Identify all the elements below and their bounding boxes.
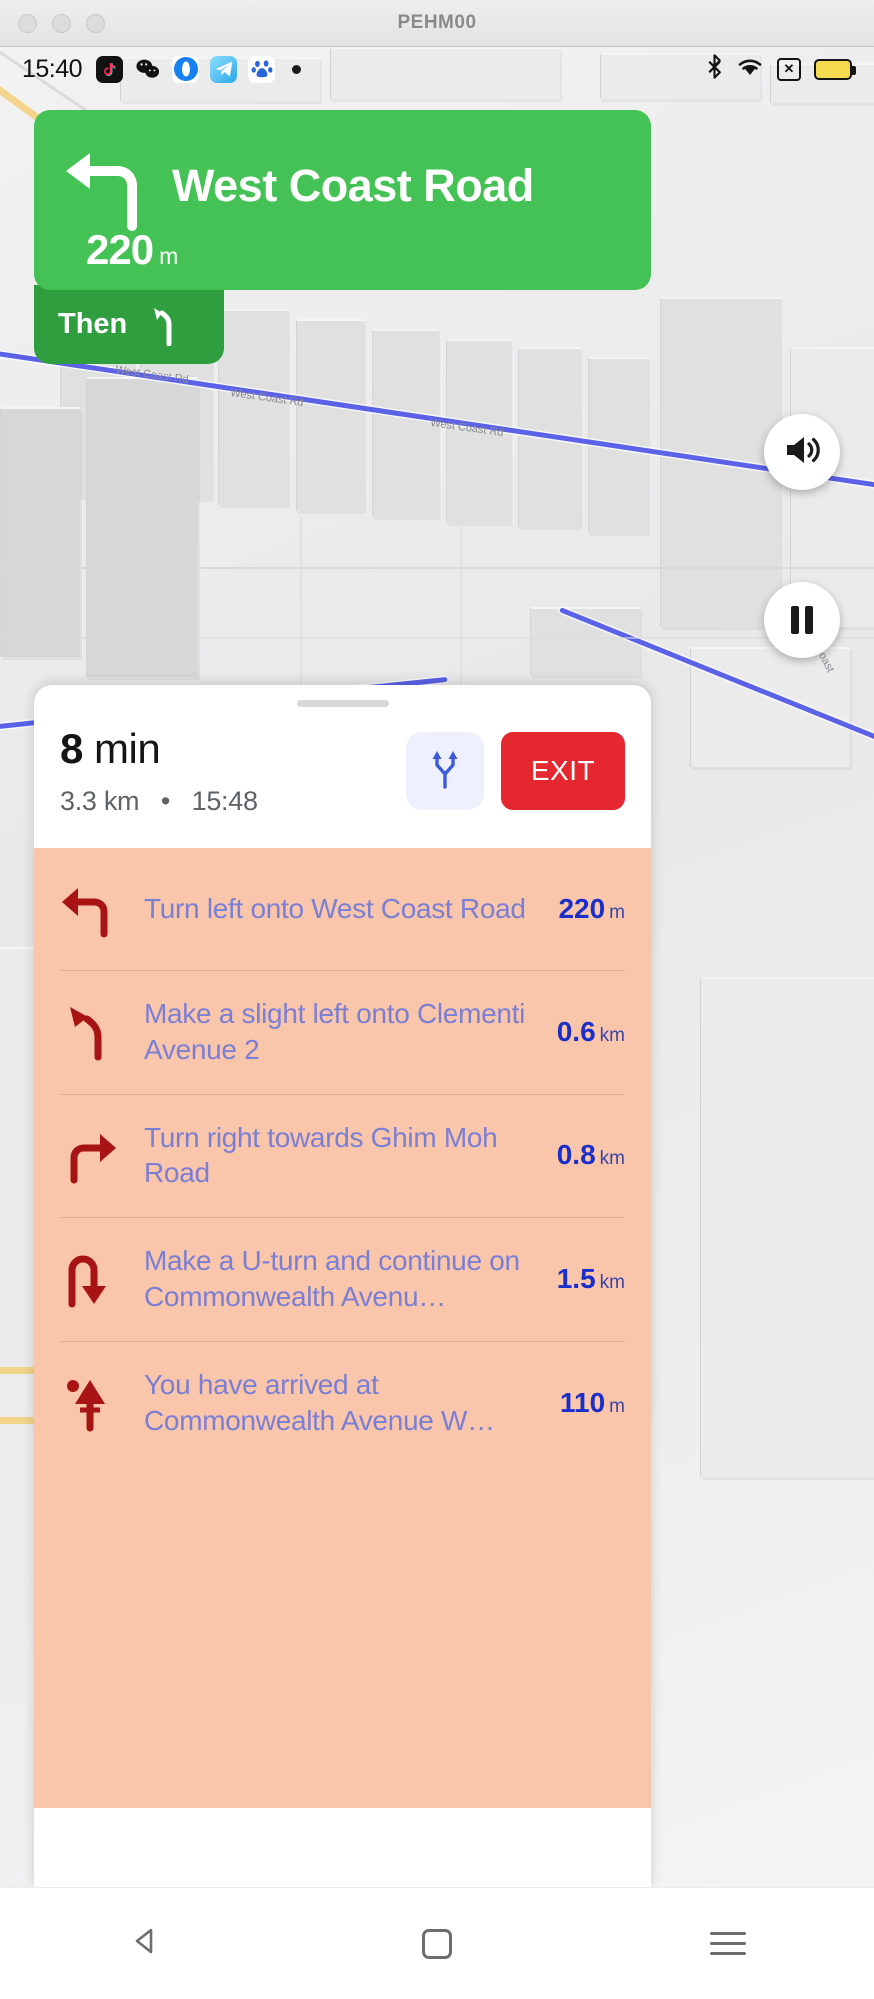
camera-punch-hole-icon: [292, 64, 302, 74]
tiktok-icon: [96, 55, 124, 83]
list-item-distance-unit: km: [599, 1148, 625, 1170]
list-item-label: Turn right towards Ghim Moh Road: [144, 1121, 498, 1189]
list-item-distance-value: 110: [560, 1386, 606, 1418]
window-title: PEHM00: [397, 12, 477, 33]
back-button[interactable]: [111, 1909, 181, 1979]
turn-left-arrow-icon: [60, 140, 152, 232]
turn-left-icon: [58, 880, 120, 938]
pause-icon: [791, 606, 813, 634]
list-item-distance-unit: km: [599, 1024, 625, 1046]
back-triangle-icon: [131, 1926, 161, 1961]
directions-list[interactable]: Turn left onto West Coast Road 220 m Make…: [34, 848, 651, 1808]
list-item-label: You have arrived at Commonwealth Avenue …: [144, 1368, 495, 1436]
eta-details: 3.3 km • 15:48: [60, 786, 406, 817]
destination-icon: [58, 1374, 120, 1432]
list-item-distance: 220 m: [558, 893, 625, 925]
sheet-drag-handle[interactable]: [296, 700, 389, 707]
banner-distance-unit: m: [159, 243, 178, 269]
list-item[interactable]: Make a U-turn and continue on Commonweal…: [34, 1217, 651, 1341]
eta-separator: •: [160, 786, 170, 816]
alternate-routes-icon: [425, 747, 465, 796]
list-item[interactable]: Turn left onto West Coast Road 220 m: [34, 848, 651, 970]
eta-arrival-time: 15:48: [191, 786, 258, 816]
list-item-distance: 0.8 km: [557, 1139, 625, 1171]
map-building: [700, 977, 874, 1477]
menu-lines-icon: [710, 1932, 747, 1955]
slight-left-arrow-icon: [147, 304, 185, 346]
eta-duration-unit: min: [94, 725, 161, 772]
wifi-icon: [736, 56, 764, 83]
status-time: 15:40: [22, 54, 83, 83]
eta-text-group: 8 min 3.3 km • 15:48: [60, 725, 406, 817]
then-maneuver-badge: Then: [34, 285, 224, 364]
list-item-distance: 1.5 km: [557, 1263, 625, 1295]
status-app-icons: [96, 55, 302, 83]
u-turn-icon: [58, 1250, 120, 1308]
list-item-distance-value: 0.8: [556, 1139, 596, 1171]
browser-icon: [172, 55, 200, 83]
pause-navigation-button[interactable]: [764, 582, 840, 658]
eta-summary-row: 8 min 3.3 km • 15:48 EXIT: [34, 707, 651, 817]
map-building: [372, 329, 438, 517]
banner-street-name: West Coast Road: [172, 160, 534, 211]
home-button[interactable]: [402, 1909, 472, 1979]
baidu-icon: [248, 55, 276, 83]
list-item-distance-unit: m: [609, 902, 625, 923]
sound-toggle-button[interactable]: [764, 414, 840, 490]
slight-left-icon: [58, 1003, 120, 1061]
list-item-distance: 0.6 km: [557, 1016, 625, 1048]
list-item-label: Make a slight left onto Clementi Avenue …: [144, 998, 526, 1065]
map-road: [0, 567, 874, 569]
list-item[interactable]: Turn right towards Ghim Moh Road 0.8 km: [34, 1093, 651, 1218]
no-sim-icon: ✕: [777, 57, 801, 81]
eta-duration: 8 min: [60, 725, 406, 773]
list-item-distance-value: 220: [558, 893, 606, 924]
then-label: Then: [58, 308, 128, 340]
eta-distance: 3.3 km: [60, 786, 140, 816]
phone-screen: West Coast Rd West Coast Rd West Coast R…: [0, 47, 874, 1999]
list-item-label: Make a U-turn and continue on Commonweal…: [144, 1245, 520, 1313]
map-building: [296, 319, 364, 511]
alternate-routes-button[interactable]: [406, 732, 484, 810]
list-item-distance-unit: m: [609, 1395, 625, 1417]
wechat-icon: [134, 56, 161, 83]
exit-navigation-button[interactable]: EXIT: [501, 732, 625, 810]
eta-duration-value: 8: [60, 725, 83, 772]
speaker-icon: [783, 433, 821, 472]
list-item-distance-value: 1.5: [556, 1263, 596, 1295]
map-building: [0, 407, 80, 657]
app-window: PEHM00 West Coast Rd West Coast Rd West …: [0, 0, 874, 1999]
android-navigation-bar: [0, 1887, 874, 1999]
turn-right-icon: [58, 1126, 120, 1184]
list-item[interactable]: Make a slight left onto Clementi Avenue …: [34, 970, 651, 1094]
map-road: [0, 637, 874, 639]
list-item-distance: 110 m: [560, 1387, 625, 1419]
bluetooth-icon: [706, 53, 723, 85]
map-building: [86, 377, 198, 677]
window-titlebar: PEHM00: [0, 0, 874, 47]
recents-button[interactable]: [693, 1909, 763, 1979]
telegram-icon: [210, 55, 238, 83]
maneuver-banner: West Coast Road 220 m: [34, 110, 651, 290]
banner-distance-value: 220: [86, 226, 154, 273]
list-item[interactable]: You have arrived at Commonwealth Avenue …: [34, 1340, 651, 1465]
list-item-distance-unit: km: [599, 1272, 625, 1294]
android-status-bar: 15:40 ✕: [0, 47, 874, 91]
map-building: [218, 309, 288, 505]
navigation-bottom-sheet[interactable]: 8 min 3.3 km • 15:48 EXIT Turn left onto…: [34, 685, 651, 1887]
list-item-distance-value: 0.6: [556, 1015, 596, 1047]
status-system-icons: ✕: [706, 53, 856, 85]
list-item-label: Turn left onto West Coast Road: [144, 893, 526, 925]
battery-icon: [814, 58, 856, 80]
banner-distance: 220 m: [86, 226, 178, 274]
home-square-icon: [421, 1928, 452, 1959]
